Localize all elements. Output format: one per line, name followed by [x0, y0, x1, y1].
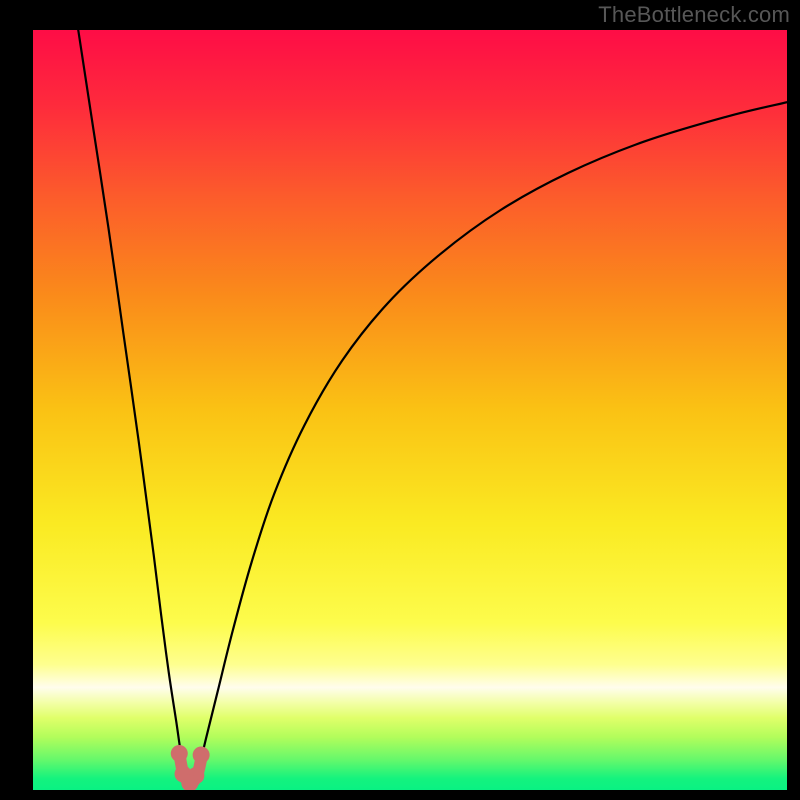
curve-right-branch: [193, 102, 787, 780]
marker-dot: [193, 747, 210, 764]
curve-layer: [33, 30, 787, 790]
curve-left-branch: [78, 30, 190, 780]
outer-frame: TheBottleneck.com: [0, 0, 800, 800]
marker-dot: [171, 745, 188, 762]
watermark-text: TheBottleneck.com: [598, 2, 790, 28]
plot-area: [33, 30, 787, 790]
